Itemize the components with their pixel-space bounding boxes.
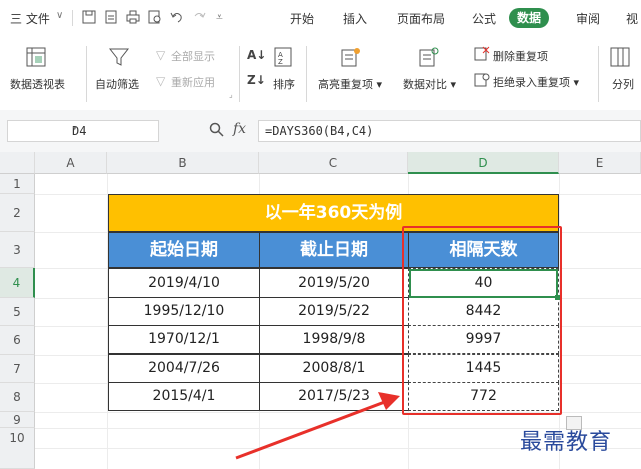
arrow-annotation: [235, 392, 400, 460]
watermark-logo: 最需教育: [520, 430, 613, 455]
